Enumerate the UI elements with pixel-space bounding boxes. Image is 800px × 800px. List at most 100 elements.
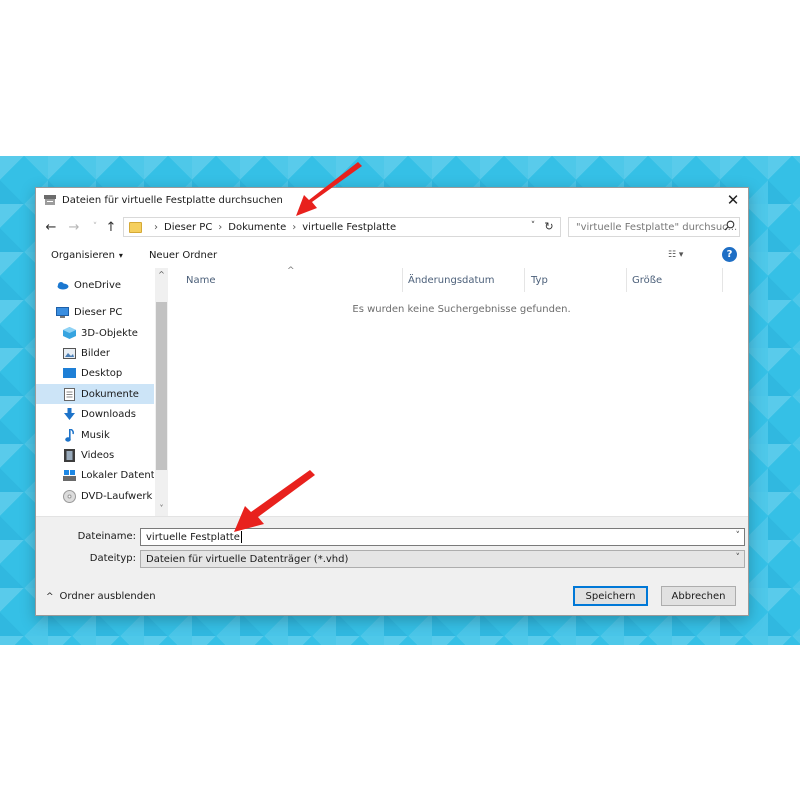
help-button[interactable]: ?: [722, 247, 737, 262]
hide-folders-label: Ordner ausblenden: [59, 591, 156, 602]
column-header-label: Änderungsdatum: [408, 274, 495, 286]
column-header-label: Größe: [632, 274, 663, 286]
sidebar-item-label: Bilder: [81, 347, 111, 359]
help-icon: ?: [726, 249, 733, 260]
chevron-down-icon: ˅: [530, 221, 536, 231]
chevron-down-icon: ˅: [735, 553, 741, 563]
filetype-value: Dateien für virtuelle Datenträger (*.vhd…: [146, 553, 349, 565]
navigation-scrollbar[interactable]: ^ ˅: [155, 268, 168, 516]
organize-label: Organisieren: [51, 249, 115, 261]
sidebar-item-bilder[interactable]: Bilder: [36, 343, 154, 363]
downloads-icon: [63, 408, 76, 420]
column-header-size[interactable]: Größe: [627, 268, 723, 292]
sidebar-item-dokumente[interactable]: Dokumente: [36, 384, 154, 404]
empty-results-message: Es wurden keine Suchergebnisse gefunden.: [352, 304, 571, 315]
sidebar-item-lokaler-datentraeger[interactable]: Lokaler Datenträ: [36, 465, 154, 485]
back-arrow-icon: ←: [45, 219, 57, 235]
sidebar-item-dieser-pc[interactable]: Dieser PC: [36, 302, 154, 322]
save-dialog: Dateien für virtuelle Festplatte durchsu…: [35, 187, 749, 616]
scroll-thumb[interactable]: [156, 302, 167, 470]
sidebar-item-label: Videos: [81, 449, 115, 461]
annotation-arrow-icon: [234, 470, 315, 532]
filetype-select[interactable]: Dateien für virtuelle Datenträger (*.vhd…: [140, 550, 745, 568]
chevron-up-icon: ^: [46, 591, 54, 602]
column-header-date[interactable]: Änderungsdatum: [403, 268, 525, 292]
search-input[interactable]: "virtuelle Festplatte" durchsuc...: [568, 217, 740, 237]
sidebar-item-label: Dieser PC: [74, 306, 123, 318]
chevron-down-icon: ˅: [92, 222, 98, 232]
column-header-label: Typ: [531, 274, 548, 286]
forward-button[interactable]: →: [66, 218, 82, 236]
breadcrumb-virtuelle-festplatte[interactable]: virtuelle Festplatte: [302, 222, 396, 233]
forward-arrow-icon: →: [68, 219, 80, 235]
cancel-button[interactable]: Abbrechen: [661, 586, 736, 606]
refresh-button[interactable]: ↻: [541, 217, 557, 235]
up-button[interactable]: ↑: [103, 218, 119, 236]
breadcrumb-dokumente[interactable]: Dokumente: [228, 222, 286, 233]
scroll-up-icon[interactable]: ^: [155, 270, 168, 279]
annotation-arrow-icon: [296, 162, 362, 216]
title-bar: Dateien für virtuelle Festplatte durchsu…: [36, 188, 748, 212]
view-list-icon: ☷ ▾: [668, 250, 684, 260]
cancel-button-label: Abbrechen: [671, 590, 726, 602]
back-button[interactable]: ←: [43, 218, 59, 236]
sidebar-item-label: Downloads: [81, 408, 136, 420]
sidebar-item-3d-objekte[interactable]: 3D-Objekte: [36, 323, 154, 343]
breadcrumb-dieser-pc[interactable]: Dieser PC: [164, 222, 212, 233]
address-row: ← → ˅ ↑ › Dieser PC › Dokumente › virtue…: [36, 214, 748, 240]
sidebar-item-label: DVD-Laufwerk (I: [81, 490, 154, 502]
navigation-pane: OneDrive Dieser PC 3D-Objekte Bilder Des…: [36, 268, 168, 516]
search-placeholder: "virtuelle Festplatte" durchsuc...: [576, 221, 738, 233]
sort-ascending-icon: ^: [287, 266, 295, 276]
column-header-label: Name: [186, 274, 216, 286]
up-arrow-icon: ↑: [105, 219, 117, 235]
app-icon: [43, 194, 57, 206]
sidebar-item-downloads[interactable]: Downloads: [36, 404, 154, 424]
column-header-type[interactable]: Typ: [525, 268, 627, 292]
search-icon: [724, 220, 735, 234]
music-icon: [63, 428, 76, 442]
address-bar[interactable]: › Dieser PC › Dokumente › virtuelle Fest…: [123, 217, 561, 237]
chevron-down-icon[interactable]: ˅: [736, 531, 741, 541]
folder-icon: [129, 221, 142, 233]
command-bar: Organisieren ▾ Neuer Ordner ☷ ▾ ?: [36, 242, 748, 268]
save-panel: Dateiname: virtuelle Festplatte ˅ Dateit…: [36, 516, 748, 615]
close-button[interactable]: ✕: [718, 188, 748, 212]
breadcrumb-separator: ›: [154, 221, 158, 233]
dvd-icon: [63, 489, 76, 503]
drive-icon: [63, 469, 76, 481]
caret-down-icon: ▾: [118, 250, 123, 260]
column-header-name[interactable]: Name ^: [169, 266, 403, 292]
dialog-title: Dateien für virtuelle Festplatte durchsu…: [62, 194, 283, 206]
sidebar-item-dvd-laufwerk[interactable]: DVD-Laufwerk (I: [36, 486, 154, 506]
sidebar-item-label: Desktop: [81, 367, 123, 379]
hide-folders-button[interactable]: ^ Ordner ausblenden: [46, 591, 156, 602]
videos-icon: [63, 448, 76, 462]
save-button-label: Speichern: [585, 590, 636, 602]
scroll-down-icon[interactable]: ˅: [155, 504, 168, 513]
sidebar-item-label: Lokaler Datenträ: [81, 469, 154, 481]
new-folder-button[interactable]: Neuer Ordner: [149, 250, 217, 261]
sidebar-item-musik[interactable]: Musik: [36, 425, 154, 445]
save-button[interactable]: Speichern: [573, 586, 648, 606]
pc-icon: [56, 306, 69, 318]
filename-value: virtuelle Festplatte: [146, 531, 240, 543]
sidebar-item-label: Musik: [81, 429, 110, 441]
sidebar-item-label: Dokumente: [81, 388, 139, 400]
sidebar-item-onedrive[interactable]: OneDrive: [36, 275, 154, 295]
filetype-label: Dateityp:: [89, 553, 136, 564]
view-options-button[interactable]: ☷ ▾: [668, 248, 698, 262]
onedrive-icon: [56, 280, 69, 291]
close-icon: ✕: [726, 191, 740, 209]
documents-icon: [63, 387, 76, 401]
sidebar-item-label: 3D-Objekte: [81, 327, 138, 339]
organize-button[interactable]: Organisieren ▾: [51, 250, 123, 261]
sidebar-item-videos[interactable]: Videos: [36, 445, 154, 465]
address-dropdown-button[interactable]: ˅: [526, 217, 540, 235]
pictures-icon: [63, 347, 76, 359]
breadcrumb-separator: ›: [292, 221, 297, 233]
recent-locations-button[interactable]: ˅: [87, 218, 103, 236]
breadcrumb-separator: ›: [218, 221, 223, 233]
3d-objects-icon: [63, 327, 76, 339]
sidebar-item-desktop[interactable]: Desktop: [36, 363, 154, 383]
